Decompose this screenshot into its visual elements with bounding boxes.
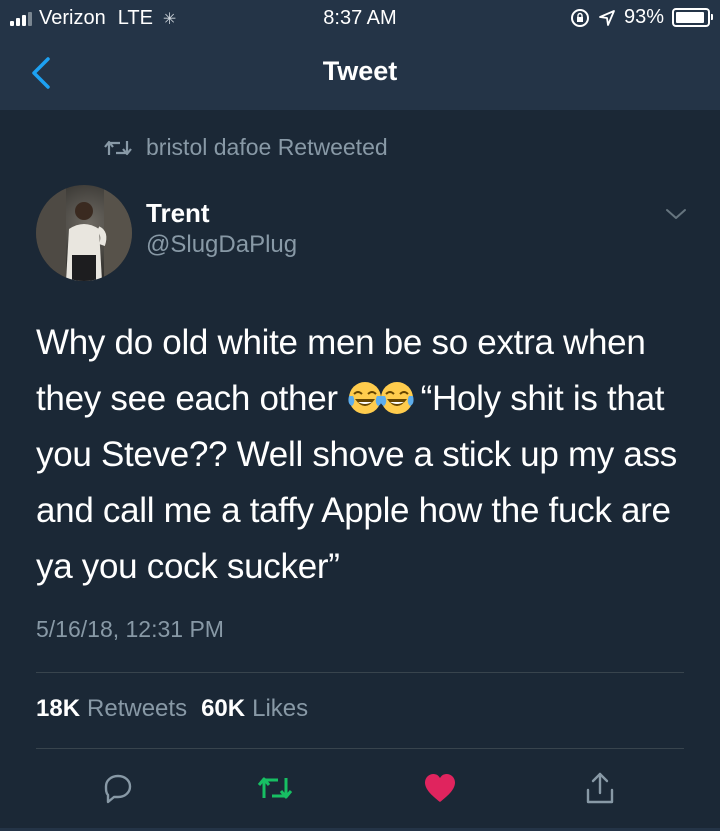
orientation-lock-icon — [570, 8, 589, 27]
reply-button[interactable] — [100, 770, 136, 806]
likes-label[interactable]: Likes — [252, 695, 308, 723]
share-icon — [586, 772, 614, 804]
tweet-stats: 18K Retweets 60K Likes — [36, 695, 322, 723]
heart-icon — [425, 774, 455, 802]
retweet-context-label: bristol dafoe Retweeted — [146, 134, 388, 160]
location-icon — [599, 9, 615, 26]
page-title: Tweet — [322, 56, 398, 86]
tweet-timestamp: 5/16/18, 12:31 PM — [36, 616, 224, 642]
retweets-count[interactable]: 18K — [36, 695, 80, 723]
retweet-icon — [257, 777, 293, 799]
author-handle[interactable]: @SlugDaPlug — [146, 231, 297, 259]
battery-percent: 93% — [623, 6, 664, 28]
retweet-context[interactable]: bristol dafoe Retweeted — [104, 134, 388, 161]
battery-icon — [672, 8, 713, 27]
author-name[interactable]: Trent — [146, 198, 210, 229]
like-button[interactable] — [422, 770, 458, 806]
avatar-photo — [36, 185, 132, 281]
divider — [36, 748, 684, 749]
app-header: Verizon LTE ✳ 8:37 AM 93% Tweet — [0, 0, 720, 110]
avatar[interactable] — [36, 185, 132, 281]
share-button[interactable] — [582, 770, 618, 806]
likes-count[interactable]: 60K — [201, 695, 245, 723]
chevron-down-icon[interactable] — [664, 206, 688, 222]
status-bar: Verizon LTE ✳ 8:37 AM 93% — [0, 0, 720, 38]
face-with-tears-of-joy-icon — [380, 382, 414, 414]
reply-icon — [104, 774, 132, 804]
retweet-icon — [104, 140, 132, 155]
retweet-button[interactable] — [257, 770, 293, 806]
retweets-label[interactable]: Retweets — [87, 695, 187, 723]
tweet-text: Why do old white men be so extra when th… — [36, 315, 696, 595]
divider — [36, 672, 684, 673]
face-with-tears-of-joy-icon — [348, 382, 382, 414]
